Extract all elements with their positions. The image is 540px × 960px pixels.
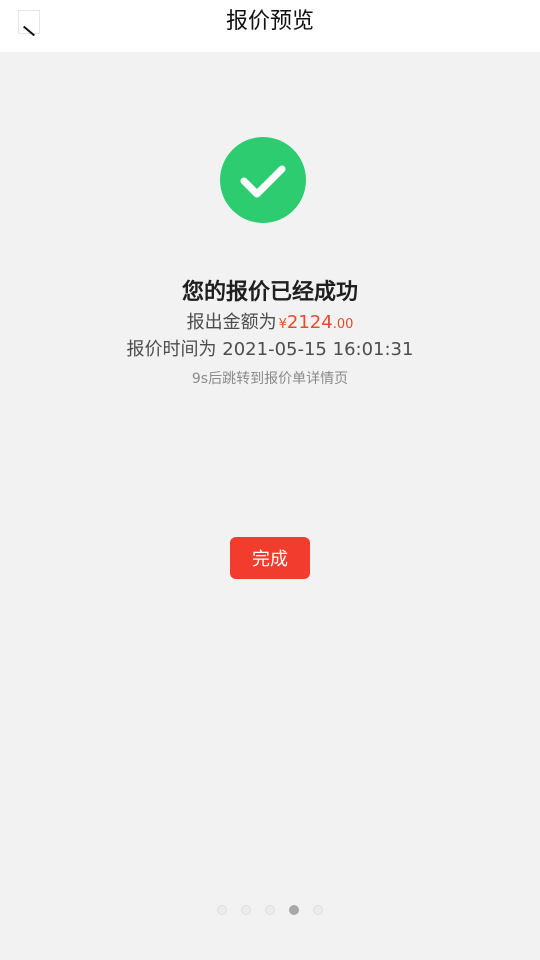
amount-integer: 2124 <box>286 312 333 333</box>
page-indicator <box>0 905 540 915</box>
redirect-countdown: 9s后跳转到报价单详情页 <box>191 371 349 387</box>
amount-line: 报出金额为 ¥2124.00 <box>0 308 540 334</box>
quote-time-value: 2021-05-15 16:01:31 <box>222 339 414 360</box>
quote-time-line: 报价时间为 2021-05-15 16:01:31 <box>0 335 540 361</box>
amount-label: 报出金额为 <box>186 312 277 333</box>
page-dot <box>313 905 323 915</box>
success-title: 您的报价已经成功 <box>181 280 358 305</box>
battery-icon <box>461 9 475 31</box>
page-dot <box>241 905 251 915</box>
wifi-icon <box>404 11 429 28</box>
quote-time-label: 报价时间为 <box>126 339 217 360</box>
page-dot <box>265 905 275 915</box>
status-time: 1:44 <box>483 8 530 32</box>
currency-symbol: ¥ <box>278 317 287 332</box>
amount-decimal: .00 <box>332 317 354 332</box>
navigation-bar: 报价预览 1:44 <box>0 0 540 52</box>
signal-icon <box>439 12 453 28</box>
status-bar: 1:44 <box>403 6 530 34</box>
done-button[interactable]: 完成 <box>230 537 310 579</box>
page-dot <box>217 905 227 915</box>
success-check-icon <box>220 137 306 223</box>
page-dot <box>289 905 299 915</box>
